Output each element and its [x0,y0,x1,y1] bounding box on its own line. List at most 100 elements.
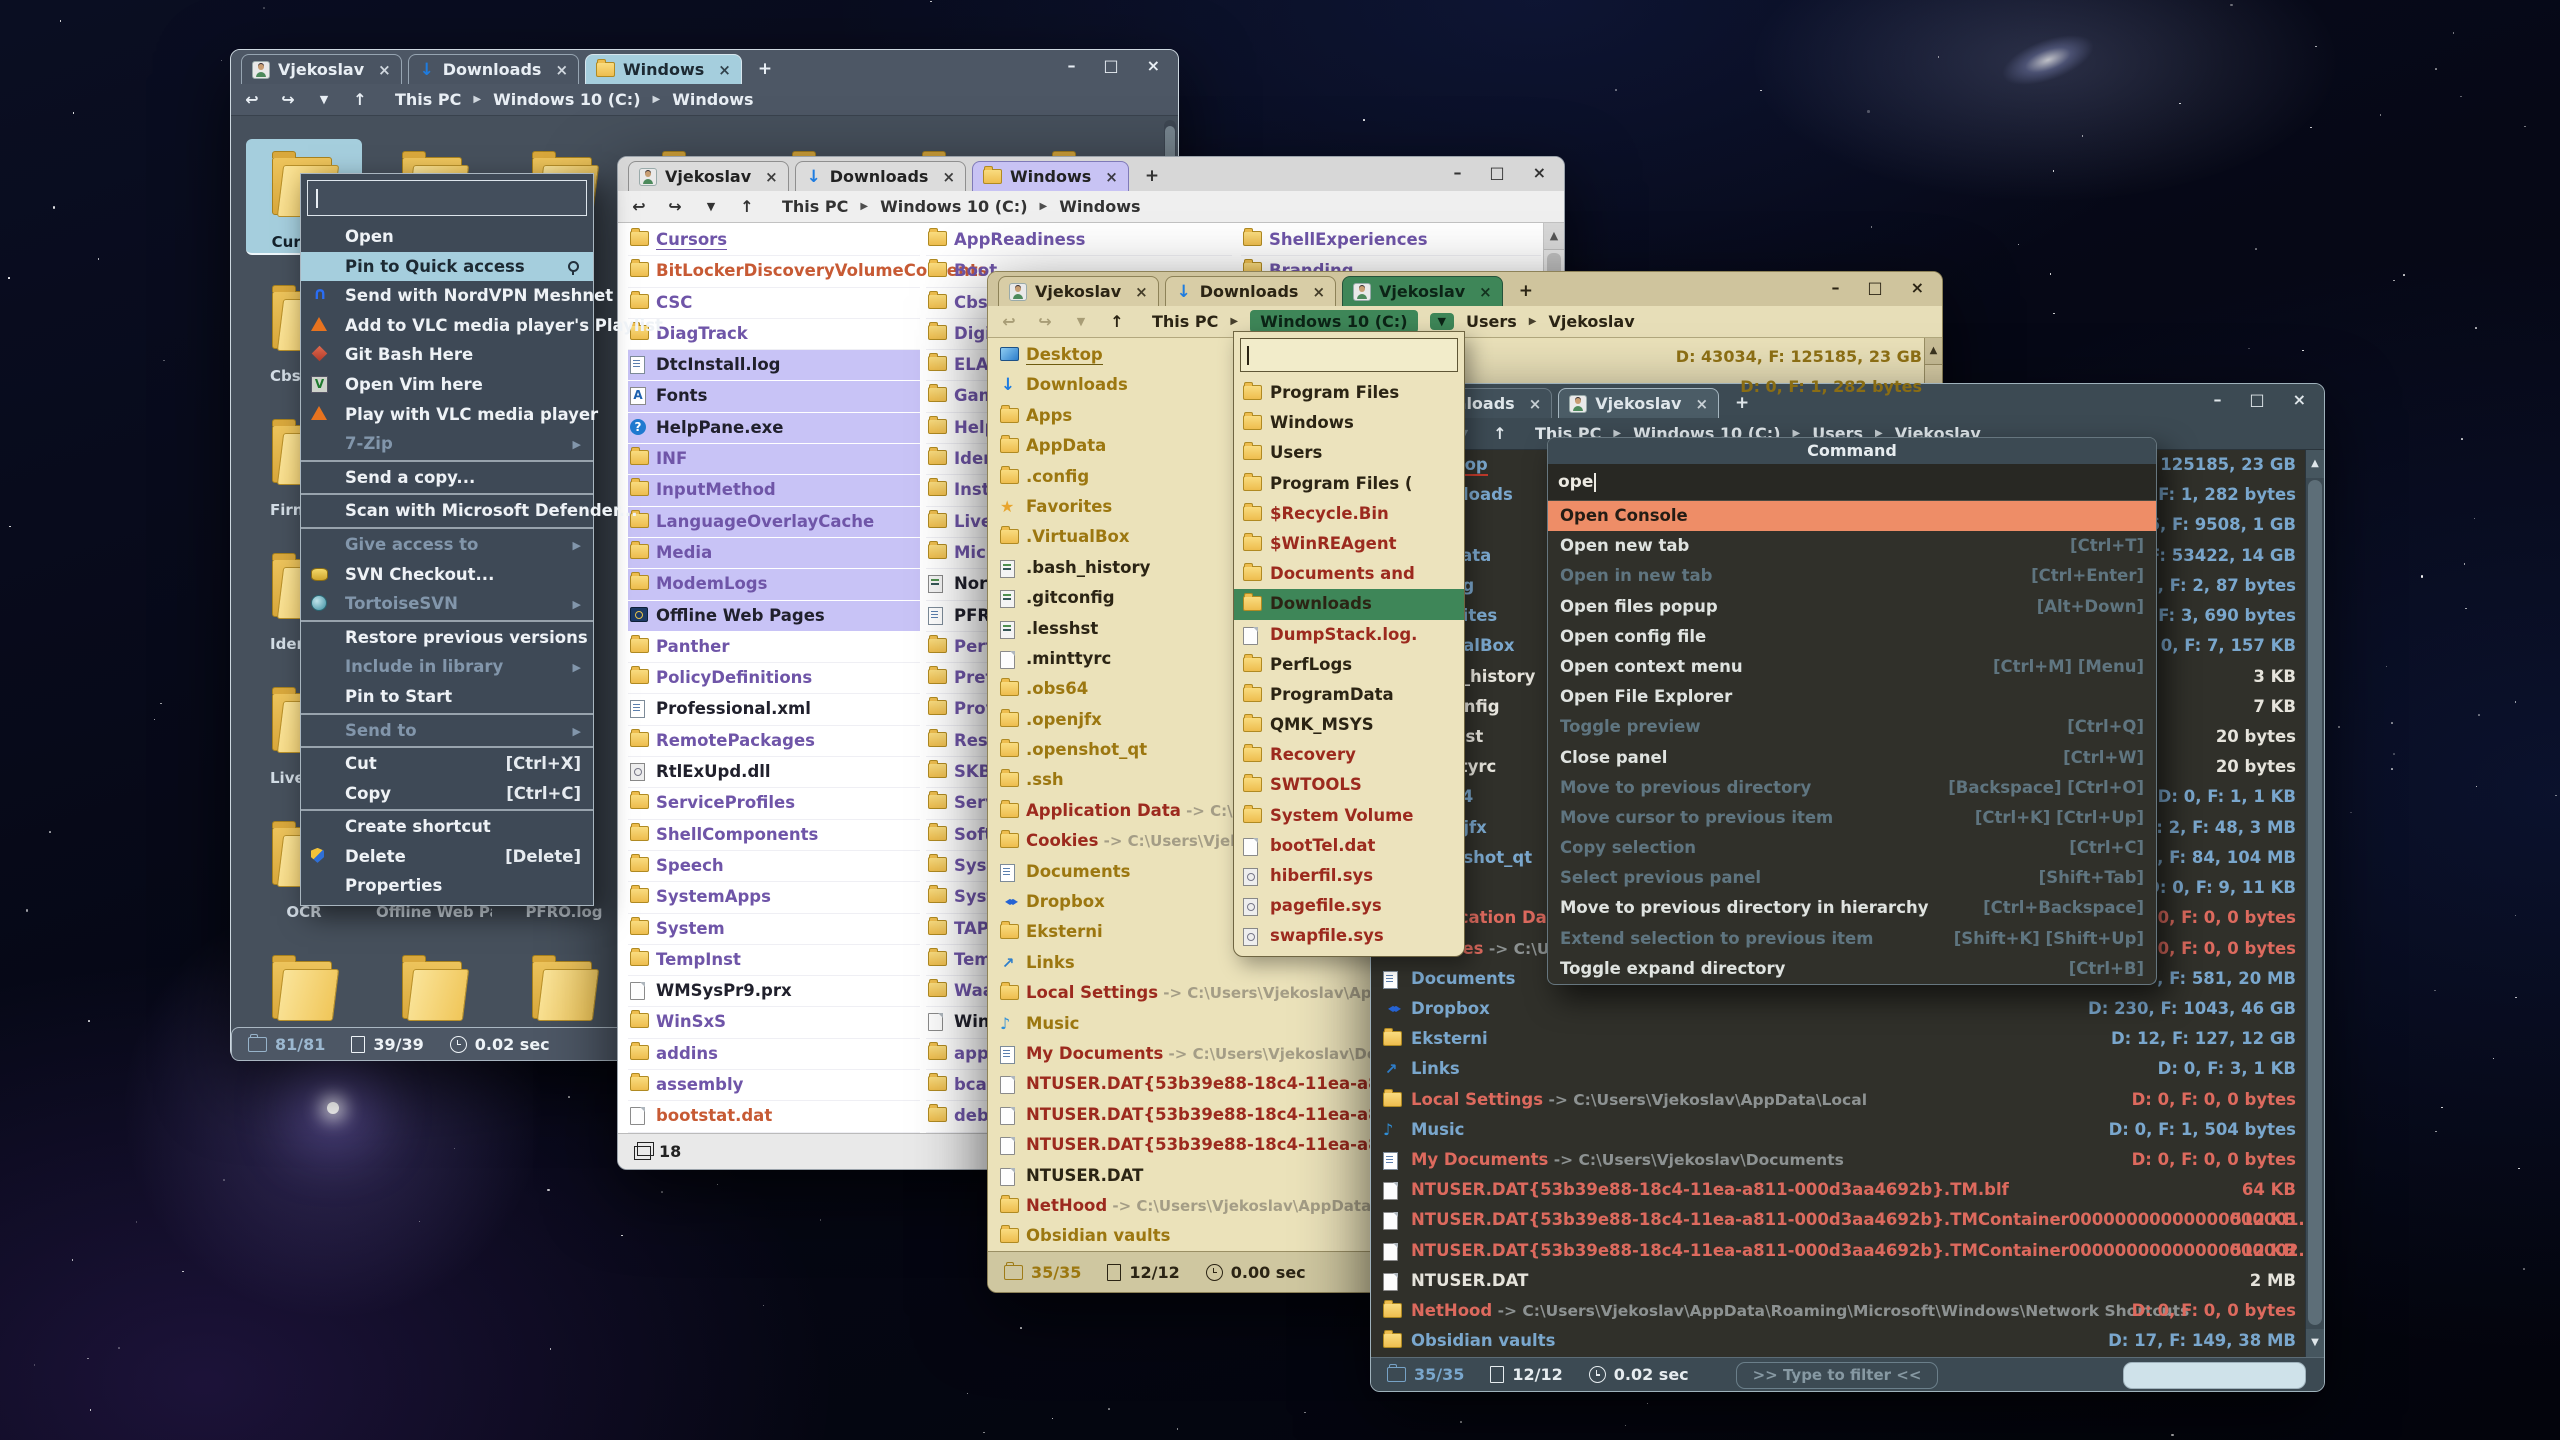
tab-close-icon[interactable]: × [1312,283,1325,301]
command-item-open-files-popup[interactable]: Open files popup[Alt+Down] [1548,592,2156,622]
file-row-assembly[interactable]: assembly [628,1070,920,1101]
tab-close-icon[interactable]: × [718,61,731,79]
dropdown-item-swtools[interactable]: SWTOOLS [1234,770,1464,800]
dropdown-item--recycle-bin[interactable]: $Recycle.Bin [1234,499,1464,529]
breadcrumb-item[interactable]: Windows [672,90,753,109]
history-caret-icon[interactable]: ▼ [700,200,722,213]
file-row-appreadiness[interactable]: AppReadiness [926,225,1232,256]
tab-close-icon[interactable]: × [765,168,778,186]
file-row-bootstat-dat[interactable]: bootstat.dat [628,1101,920,1132]
command-item-toggle-expand-directory[interactable]: Toggle expand directory[Ctrl+B] [1548,954,2156,984]
drive-dropdown-caret-icon[interactable]: ▼ [1430,313,1454,330]
file-row-bitlockerdiscoveryvolumecontents[interactable]: BitLockerDiscoveryVolumeContents [628,256,920,287]
file-row-csc[interactable]: CSC [628,288,920,319]
file-row-eksterni[interactable]: EksterniD: 12, F: 127, 12 GB [1371,1024,2324,1054]
menu-item-delete[interactable]: Delete[Delete] [301,842,593,872]
file-row-rtlexupd-dll[interactable]: RtlExUpd.dll [628,757,920,788]
context-menu-filter-input[interactable] [307,180,587,216]
back-icon[interactable]: ↩ [241,90,263,109]
w4-scroll-down-icon[interactable]: ▼ [2306,1329,2324,1357]
forward-icon[interactable]: ↪ [1034,312,1056,331]
file-row-shellcomponents[interactable]: ShellComponents [628,820,920,851]
file-row-fonts[interactable]: Fonts [628,381,920,412]
tab-close-icon[interactable]: × [1135,283,1148,301]
breadcrumb-item[interactable]: Vjekoslav [1548,312,1634,331]
dropdown-item-program-files[interactable]: Program Files [1234,378,1464,408]
menu-item-cut[interactable]: Cut[Ctrl+X] [301,749,593,779]
menu-item-send-to[interactable]: Send to▶ [301,716,593,746]
file-row-remotepackages[interactable]: RemotePackages [628,726,920,757]
dropdown-item-dumpstack-log-[interactable]: DumpStack.log. [1234,620,1464,650]
close-button[interactable]: × [1911,278,1924,297]
file-row-speech[interactable]: Speech [628,851,920,882]
breadcrumb-drive-active[interactable]: Windows 10 (C:) [1250,310,1417,333]
dropdown-item-boottel-dat[interactable]: bootTel.dat [1234,831,1464,861]
menu-item-properties[interactable]: Properties [301,871,593,901]
tab-downloads[interactable]: Downloads× [408,54,579,84]
maximize-button[interactable]: □ [1867,278,1882,297]
menu-item-restore-previous-versions[interactable]: Restore previous versions [301,623,593,653]
dropdown-item-programdata[interactable]: ProgramData [1234,680,1464,710]
breadcrumb-item[interactable]: Users [1466,312,1517,331]
file-row-addins[interactable]: addins [628,1039,920,1070]
menu-item-send-with-nordvpn-meshnet[interactable]: Send with NordVPN Meshnet [301,281,593,311]
new-tab-button[interactable]: + [1519,281,1533,301]
tab-close-icon[interactable]: × [555,61,568,79]
dropdown-item-pagefile-sys[interactable]: pagefile.sys [1234,891,1464,921]
file-row-ntuser-dat-53b39e88-18c4-11ea-a811-000d3[interactable]: NTUSER.DAT{53b39e88-18c4-11ea-a811-000d3… [1371,1205,2324,1235]
menu-item-open-vim-here[interactable]: Open Vim here [301,370,593,400]
menu-item-7-zip[interactable]: 7-Zip▶ [301,429,593,459]
maximize-button[interactable]: □ [2249,390,2264,409]
close-button[interactable]: × [2293,390,2306,409]
back-icon[interactable]: ↩ [998,312,1020,331]
file-row-modemlogs[interactable]: ModemLogs [628,569,920,600]
file-row-ntuser-dat[interactable]: NTUSER.DAT2 MB [1371,1266,2324,1296]
tab-close-icon[interactable]: × [378,61,391,79]
dropdown-item-windows[interactable]: Windows [1234,408,1464,438]
menu-item-scan-with-microsoft-defender-[interactable]: Scan with Microsoft Defender... [301,496,593,526]
new-tab-button[interactable]: + [1145,166,1159,186]
breadcrumb-item[interactable]: This PC [395,90,461,109]
breadcrumb-item[interactable]: Windows 10 (C:) [493,90,640,109]
file-tile-prefetch[interactable]: Prefetch [376,943,492,1027]
tab-downloads[interactable]: Downloads× [1165,276,1336,306]
file-row-helppane-exe[interactable]: HelpPane.exe [628,413,920,444]
command-item-open-new-tab[interactable]: Open new tab[Ctrl+T] [1548,531,2156,561]
file-row-wmsyspr9-prx[interactable]: WMSysPr9.prx [628,976,920,1007]
tab-downloads[interactable]: Downloads× [795,161,966,191]
menu-item-create-shortcut[interactable]: Create shortcut [301,812,593,842]
file-row-ntuser-dat-53b39e88-18c4-11ea-a811-000d3[interactable]: NTUSER.DAT{53b39e88-18c4-11ea-a811-000d3… [1371,1236,2324,1266]
file-row-serviceprofiles[interactable]: ServiceProfiles [628,788,920,819]
command-item-open-config-file[interactable]: Open config file [1548,622,2156,652]
minimize-button[interactable]: – [1831,278,1839,297]
command-item-select-previous-panel[interactable]: Select previous panel[Shift+Tab] [1548,863,2156,893]
tab-vjekoslav[interactable]: Vjekoslav× [1342,276,1503,306]
menu-item-add-to-vlc-media-player-s-playlist[interactable]: Add to VLC media player's Playlist [301,311,593,341]
dropdown-item-downloads[interactable]: Downloads [1234,589,1464,619]
breadcrumb-item[interactable]: Windows 10 (C:) [880,197,1027,216]
file-row-my-documents[interactable]: My Documents -> C:\Users\Vjekoslav\Docum… [1371,1145,2324,1175]
command-item-open-in-new-tab[interactable]: Open in new tab[Ctrl+Enter] [1548,561,2156,591]
tab-windows[interactable]: Windows× [972,161,1129,191]
dropdown-item-users[interactable]: Users [1234,438,1464,468]
new-tab-button[interactable]: + [758,59,772,79]
file-row-links[interactable]: LinksD: 0, F: 3, 1 KB [1371,1054,2324,1084]
file-row-system[interactable]: System [628,914,920,945]
w4-scroll-up-icon[interactable]: ▲ [2306,450,2324,478]
drive-dropdown-filter-input[interactable] [1240,338,1458,372]
dropdown-item--winreagent[interactable]: $WinREAgent [1234,529,1464,559]
command-item-extend-selection-to-previous-item[interactable]: Extend selection to previous item[Shift+… [1548,924,2156,954]
history-caret-icon[interactable]: ▼ [313,93,335,106]
file-row-obsidian-vaults[interactable]: Obsidian vaultsD: 17, F: 149, 38 MB [1371,1326,2324,1356]
file-row-inf[interactable]: INF [628,444,920,475]
command-item-toggle-preview[interactable]: Toggle preview[Ctrl+Q] [1548,712,2156,742]
dropdown-item-program-files-[interactable]: Program Files ( [1234,469,1464,499]
dropdown-item-recovery[interactable]: Recovery [1234,740,1464,770]
file-row-policydefinitions[interactable]: PolicyDefinitions [628,663,920,694]
menu-item-send-a-copy-[interactable]: Send a copy... [301,463,593,493]
command-item-open-console[interactable]: Open Console [1548,501,2156,531]
menu-item-include-in-library[interactable]: Include in library▶ [301,652,593,682]
file-row-ntuser-dat-53b39e88-18c4-11ea-a811-000d3[interactable]: NTUSER.DAT{53b39e88-18c4-11ea-a811-000d3… [1371,1175,2324,1205]
breadcrumb-item[interactable]: Windows [1059,197,1140,216]
menu-item-give-access-to[interactable]: Give access to▶ [301,530,593,560]
